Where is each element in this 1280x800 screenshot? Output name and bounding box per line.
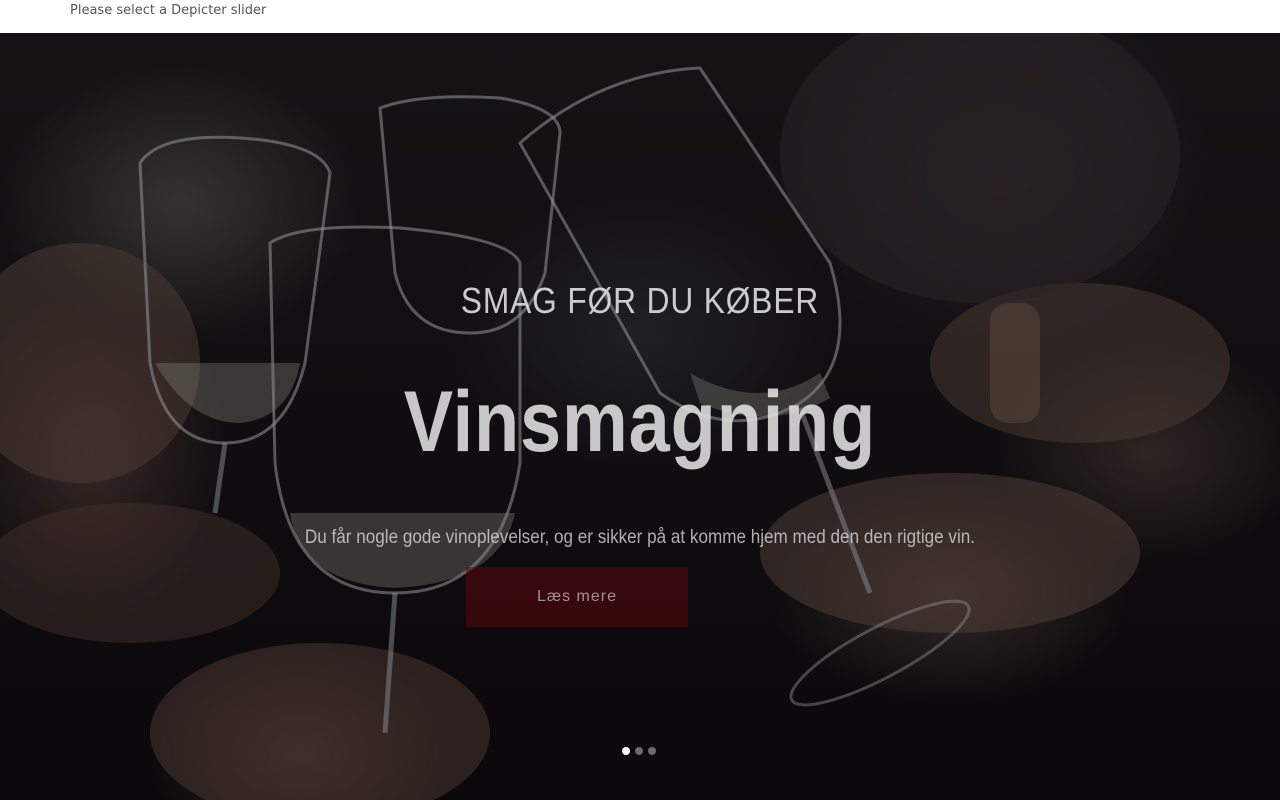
- slider-dot-1[interactable]: [622, 747, 630, 755]
- slide-eyebrow: SMAG FØR DU KØBER: [460, 280, 820, 321]
- slider-notice-bar: Please select a Depicter slider: [0, 0, 1280, 33]
- slider-notice-text: Please select a Depicter slider: [70, 3, 267, 18]
- slider-pagination: [622, 747, 656, 757]
- slide-description: Du får nogle gode vinoplevelser, og er s…: [304, 527, 976, 548]
- slider-dot-3[interactable]: [648, 747, 656, 755]
- hero-slider[interactable]: SMAG FØR DU KØBER Vinsmagning Du får nog…: [0, 33, 1280, 800]
- slide-headline: Vinsmagning: [403, 374, 877, 470]
- read-more-button[interactable]: Læs mere: [466, 567, 688, 627]
- slider-dot-2[interactable]: [635, 747, 643, 755]
